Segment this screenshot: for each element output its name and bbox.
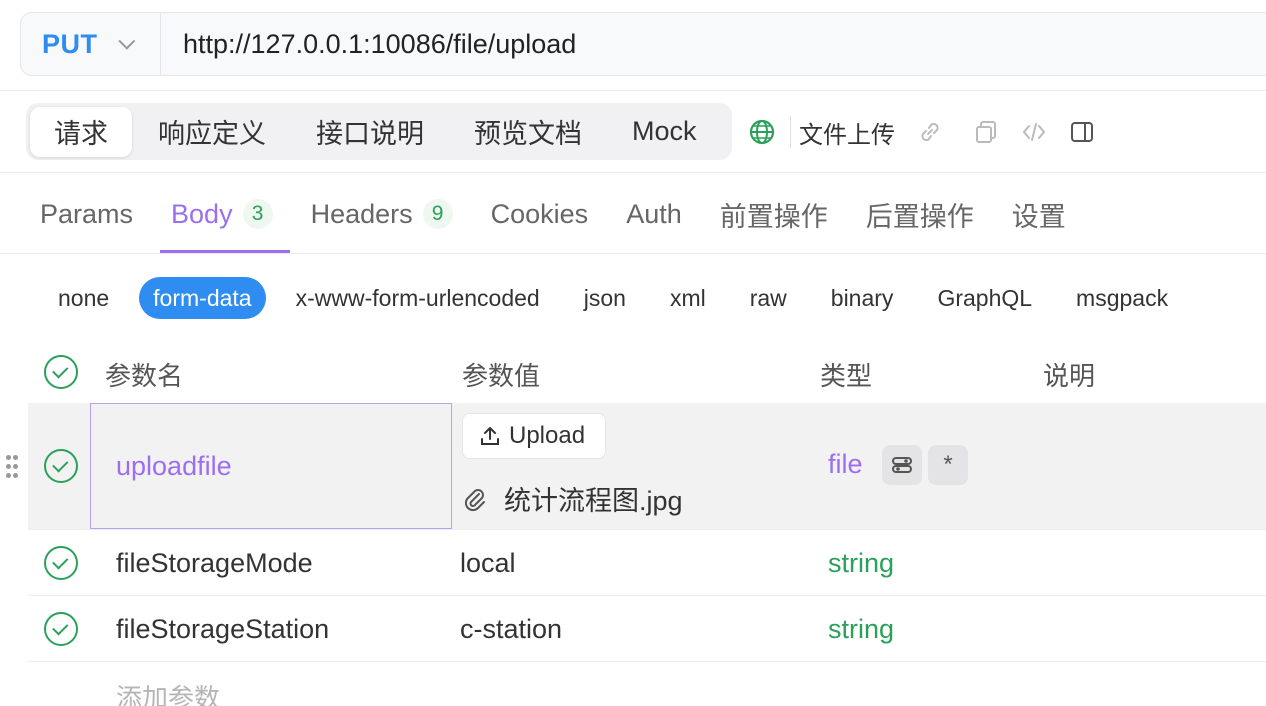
link-icon[interactable] [917,119,943,145]
url-bar: PUT http://127.0.0.1:10086/file/upload [20,12,1266,76]
select-all-checkbox[interactable] [44,355,78,389]
body-type-binary[interactable]: binary [817,277,908,319]
table-row: uploadfile Upload 统计流程图.jpg file * [6,403,1266,530]
file-name: 统计流程图.jpg [504,486,683,516]
table-row: fileStorageMode local string [28,530,1266,596]
column-header-type: 类型 [820,361,873,391]
tab-label: Auth [626,198,682,229]
body-type-xml[interactable]: xml [656,277,720,319]
param-type[interactable]: file [828,449,863,480]
param-name[interactable]: fileStorageStation [116,614,329,645]
upload-label: Upload [509,422,586,449]
param-name-input[interactable]: uploadfile [90,403,452,529]
mode-tab-preview[interactable]: 预览文档 [450,107,606,157]
count-badge: 3 [242,199,273,229]
doc-name[interactable]: 文件上传 [799,115,895,150]
drag-handle-icon[interactable] [6,455,18,479]
param-name[interactable]: fileStorageMode [116,548,313,579]
mode-tab-doc[interactable]: 接口说明 [292,107,448,157]
toolbar-separator [790,116,791,148]
row-checkbox[interactable] [44,449,78,483]
tab-label: 后置操作 [865,201,974,232]
mode-tab-response[interactable]: 响应定义 [134,107,290,157]
tab-label: 设置 [1011,201,1066,232]
param-name: uploadfile [116,451,232,481]
param-value[interactable]: c-station [460,614,562,645]
param-value[interactable]: local [460,548,516,579]
upload-button[interactable]: Upload [462,413,606,459]
body-type-json[interactable]: json [570,277,640,319]
body-type-msgpack[interactable]: msgpack [1062,277,1182,319]
chevron-down-icon [117,32,135,50]
divider [0,253,1266,254]
tab-label: 前置操作 [719,201,828,232]
tab-pre-ops[interactable]: 前置操作 [720,190,828,238]
body-type-none[interactable]: none [44,277,123,319]
tab-headers[interactable]: Headers 9 [311,190,453,238]
tab-label: Params [40,198,134,229]
add-param-input[interactable]: 添加参数 [116,678,220,706]
column-header-value: 参数值 [462,361,541,391]
request-tabs: Params Body 3 Headers 9 Cookies Auth 前置操作 … [40,190,1104,250]
divider [0,172,1266,173]
body-type-selector: none form-data x-www-form-urlencoded jso… [44,277,1198,319]
tab-params[interactable]: Params [40,190,133,238]
required-toggle[interactable]: * [928,445,968,485]
method-select[interactable]: PUT [21,13,161,75]
paperclip-icon [464,488,485,511]
url-input[interactable]: http://127.0.0.1:10086/file/upload [161,29,576,60]
param-type[interactable]: string [828,614,894,645]
body-type-raw[interactable]: raw [736,277,801,319]
tab-body[interactable]: Body 3 [171,190,273,238]
upload-icon [481,427,499,445]
param-type[interactable]: string [828,548,894,579]
globe-icon[interactable] [748,118,776,146]
mode-tab-mock[interactable]: Mock [608,107,721,157]
row-checkbox[interactable] [44,546,78,580]
row-checkbox[interactable] [44,612,78,646]
tab-post-ops[interactable]: 后置操作 [866,190,974,238]
code-icon[interactable] [1021,119,1047,145]
panel-icon[interactable] [1069,119,1095,145]
tab-cookies[interactable]: Cookies [491,190,589,238]
divider [0,90,1266,91]
body-type-urlencoded[interactable]: x-www-form-urlencoded [282,277,554,319]
table-row: fileStorageStation c-station string [28,596,1266,662]
column-header-desc: 说明 [1043,361,1096,391]
tab-label: Headers [310,198,413,229]
attached-file[interactable]: 统计流程图.jpg [462,479,683,518]
column-header-name: 参数名 [105,361,184,391]
tab-label: Cookies [490,198,589,229]
tab-settings[interactable]: 设置 [1012,190,1066,238]
method-label: PUT [42,28,98,59]
body-type-graphql[interactable]: GraphQL [923,277,1046,319]
tab-auth[interactable]: Auth [626,190,682,238]
copy-icon[interactable] [973,119,999,145]
content-type-icon[interactable] [882,445,922,485]
mode-tab-request[interactable]: 请求 [30,106,132,157]
body-type-form-data[interactable]: form-data [139,277,266,319]
count-badge: 9 [422,199,453,229]
toolbar: 文件上传 [748,112,1095,152]
tab-label: Body [171,198,233,229]
mode-segment: 请求 响应定义 接口说明 预览文档 Mock [26,103,732,160]
